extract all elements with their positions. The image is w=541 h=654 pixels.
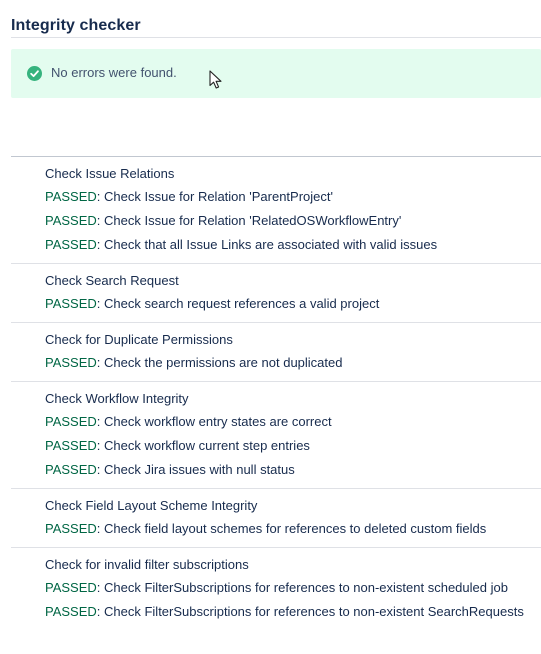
checks-list: Check Issue Relations PASSED: Check Issue… (11, 157, 541, 630)
check-group: Check for Duplicate Permissions PASSED: C… (11, 323, 541, 382)
check-description: Check FilterSubscriptions for references… (104, 604, 524, 619)
check-description: Check Issue for Relation 'RelatedOSWorkf… (104, 213, 402, 228)
check-item[interactable]: PASSED: Check search request references … (45, 292, 541, 316)
passed-status-label: PASSED (45, 521, 97, 536)
check-description: Check Issue for Relation 'ParentProject' (104, 189, 333, 204)
status-separator: : (96, 355, 105, 370)
status-separator: : (96, 438, 105, 453)
passed-status-label: PASSED (45, 414, 97, 429)
status-separator: : (96, 414, 105, 429)
passed-status-label: PASSED (45, 213, 97, 228)
passed-status-label: PASSED (45, 189, 97, 204)
status-separator: : (96, 213, 105, 228)
check-group-title: Check Workflow Integrity (45, 391, 189, 406)
passed-status-label: PASSED (45, 580, 97, 595)
check-group: Check Workflow Integrity PASSED: Check wo… (11, 382, 541, 489)
check-description: Check that all Issue Links are associate… (104, 237, 438, 252)
status-separator: : (96, 521, 105, 536)
passed-status-label: PASSED (45, 438, 97, 453)
check-description: Check the permissions are not duplicated (104, 355, 343, 370)
status-separator: : (96, 580, 105, 595)
status-separator: : (96, 462, 105, 477)
status-separator: : (96, 189, 105, 204)
check-description: Check workflow current step entries (104, 438, 310, 453)
passed-status-label: PASSED (45, 604, 97, 619)
check-group-title: Check Search Request (45, 273, 179, 288)
check-item[interactable]: PASSED: Check FilterSubscriptions for re… (45, 600, 541, 624)
check-description: Check search request references a valid … (104, 296, 380, 311)
check-item[interactable]: PASSED: Check the permissions are not du… (45, 351, 541, 375)
check-item[interactable]: PASSED: Check FilterSubscriptions for re… (45, 576, 541, 600)
status-separator: : (96, 237, 105, 252)
passed-status-label: PASSED (45, 237, 97, 252)
check-item[interactable]: PASSED: Check field layout schemes for r… (45, 517, 541, 541)
passed-status-label: PASSED (45, 296, 97, 311)
success-message: No errors were found. (11, 49, 541, 98)
title-divider (11, 37, 541, 38)
page-title: Integrity checker (11, 17, 141, 34)
check-item[interactable]: PASSED: Check workflow entry states are … (45, 410, 541, 434)
check-group: Check Search Request PASSED: Check search… (11, 264, 541, 323)
check-description: Check workflow entry states are correct (104, 414, 332, 429)
check-group-title: Check Field Layout Scheme Integrity (45, 498, 258, 513)
check-group: Check for invalid filter subscriptions PA… (11, 548, 541, 630)
success-message-text: No errors were found. (51, 65, 177, 80)
passed-status-label: PASSED (45, 462, 97, 477)
check-item[interactable]: PASSED: Check that all Issue Links are a… (45, 233, 541, 257)
check-circle-icon (27, 66, 42, 81)
passed-status-label: PASSED (45, 355, 97, 370)
check-group: Check Field Layout Scheme Integrity PASSE… (11, 489, 541, 548)
check-group: Check Issue Relations PASSED: Check Issue… (11, 157, 541, 264)
check-description: Check field layout schemes for reference… (104, 521, 487, 536)
check-group-title: Check Issue Relations (45, 166, 175, 181)
status-separator: : (96, 604, 105, 619)
mouse-pointer-icon (209, 70, 222, 89)
status-separator: : (96, 296, 105, 311)
check-item[interactable]: PASSED: Check workflow current step entr… (45, 434, 541, 458)
check-item[interactable]: PASSED: Check Issue for Relation 'Parent… (45, 185, 541, 209)
check-description: Check FilterSubscriptions for references… (104, 580, 508, 595)
integrity-checker-page: Integrity checker No errors were found. … (0, 0, 541, 654)
check-group-title: Check for Duplicate Permissions (45, 332, 233, 347)
check-description: Check Jira issues with null status (104, 462, 295, 477)
check-item[interactable]: PASSED: Check Jira issues with null stat… (45, 458, 541, 482)
check-item[interactable]: PASSED: Check Issue for Relation 'Relate… (45, 209, 541, 233)
check-group-title: Check for invalid filter subscriptions (45, 557, 249, 572)
